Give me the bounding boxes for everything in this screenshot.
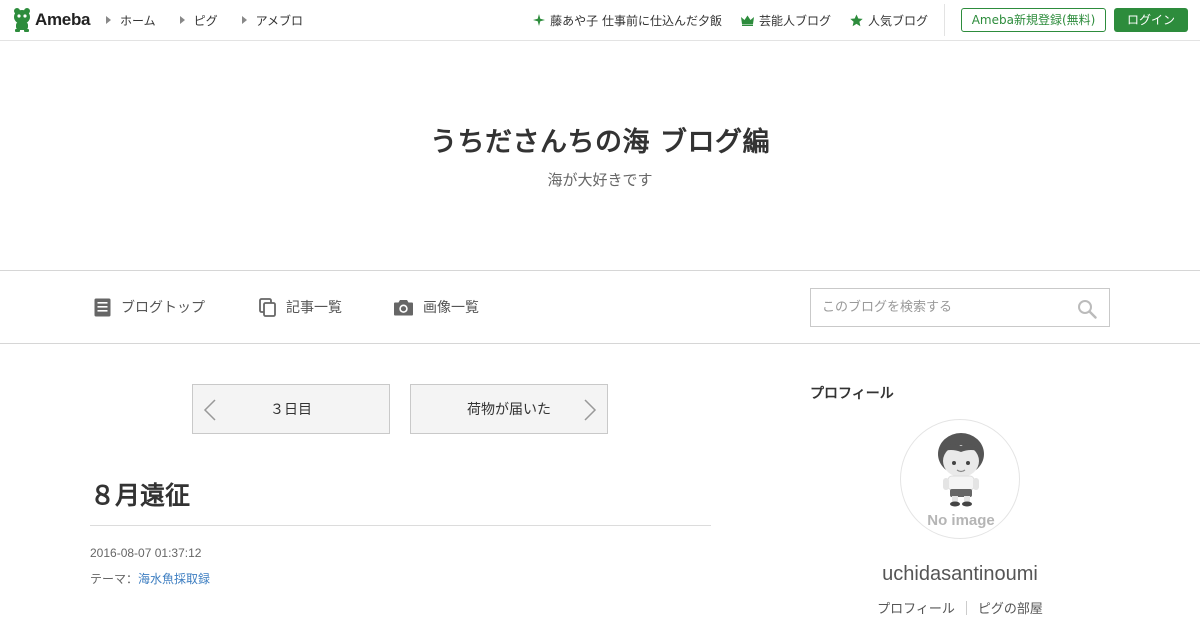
caret-right-icon	[179, 16, 185, 24]
document-icon	[94, 298, 111, 316]
ameba-mascot-icon	[14, 8, 30, 32]
blog-search-input[interactable]	[811, 289, 1067, 326]
chevron-left-icon	[203, 399, 216, 421]
avatar[interactable]: No image	[900, 419, 1020, 539]
blog-nav-top-label: ブログトップ	[121, 300, 205, 316]
caret-right-icon	[106, 16, 111, 24]
popular-blog-link[interactable]: 人気ブログ	[850, 12, 928, 29]
camera-icon	[394, 299, 413, 315]
nav-home[interactable]: ホーム	[106, 12, 156, 29]
blog-nav-entries-label: 記事一覧	[286, 300, 342, 316]
article-divider	[90, 525, 711, 526]
blog-nav-images[interactable]: 画像一覧	[394, 271, 479, 343]
nav-pigg-label: ピグ	[193, 13, 218, 28]
featured-entry-link[interactable]: 藤あや子 仕事前に仕込んだ夕飯	[533, 12, 722, 29]
header-divider	[944, 4, 945, 36]
nav-ameblo[interactable]: アメブロ	[241, 12, 304, 29]
copy-icon	[259, 297, 276, 317]
blog-nav-entries[interactable]: 記事一覧	[259, 271, 342, 343]
theme-link[interactable]: 海水魚採取録	[138, 572, 210, 586]
login-button[interactable]: ログイン	[1114, 8, 1188, 32]
blog-nav: ブログトップ 記事一覧 画像一覧	[0, 270, 1200, 344]
prev-entry-label: ３日目	[270, 402, 312, 418]
global-header: Ameba ホーム ピグ アメブロ 藤あや子 仕事前に仕込んだ夕飯 芸能人ブログ…	[0, 0, 1200, 41]
register-button[interactable]: Ameba新規登録(無料)	[961, 8, 1106, 32]
blog-nav-images-label: 画像一覧	[423, 300, 479, 316]
next-entry-label: 荷物が届いた	[467, 402, 551, 418]
celebrity-blog-label: 芸能人ブログ	[758, 13, 831, 28]
crown-icon	[740, 15, 754, 26]
article-title[interactable]: ８月遠征	[90, 476, 190, 512]
blog-nav-top[interactable]: ブログトップ	[94, 271, 205, 343]
profile-heading: プロフィール	[810, 386, 894, 402]
header-links: 藤あや子 仕事前に仕込んだ夕飯 芸能人ブログ 人気ブログ	[514, 0, 928, 40]
article-theme: テーマ：海水魚採取録	[90, 570, 210, 587]
pigg-room-link[interactable]: ピグの部屋	[978, 598, 1043, 617]
global-nav: ホーム ピグ アメブロ	[106, 0, 327, 40]
profile-link[interactable]: プロフィール	[877, 598, 955, 617]
caret-right-icon	[241, 16, 247, 24]
logo-text: Ameba	[35, 10, 91, 29]
link-divider	[965, 600, 967, 615]
nav-ameblo-label: アメブロ	[255, 13, 304, 28]
nav-home-label: ホーム	[120, 13, 156, 28]
article-date: 2016-08-07 01:37:12	[90, 546, 202, 560]
sparkle-icon	[533, 14, 546, 26]
nav-pigg[interactable]: ピグ	[179, 12, 218, 29]
profile-links: プロフィール ピグの部屋	[810, 598, 1110, 617]
chevron-right-icon	[584, 399, 597, 421]
star-icon	[850, 14, 863, 26]
blog-description: 海が大好きです	[547, 171, 653, 189]
prev-entry-button[interactable]: ３日目	[192, 384, 390, 434]
no-image-avatar-icon: No image	[927, 433, 995, 529]
ameba-logo[interactable]: Ameba	[12, 7, 90, 33]
blog-search	[810, 288, 1110, 327]
blog-title[interactable]: うちださんちの海 ブログ編	[0, 120, 1200, 159]
avatar-caption: No image	[927, 512, 995, 529]
featured-entry-label: 藤あや子 仕事前に仕込んだ夕飯	[550, 13, 722, 28]
popular-blog-label: 人気ブログ	[867, 13, 928, 28]
profile-username[interactable]: uchidasantinoumi	[810, 563, 1110, 586]
next-entry-button[interactable]: 荷物が届いた	[410, 384, 608, 434]
celebrity-blog-link[interactable]: 芸能人ブログ	[740, 12, 831, 29]
search-icon[interactable]	[1077, 299, 1097, 319]
theme-prefix: テーマ：	[90, 572, 139, 586]
